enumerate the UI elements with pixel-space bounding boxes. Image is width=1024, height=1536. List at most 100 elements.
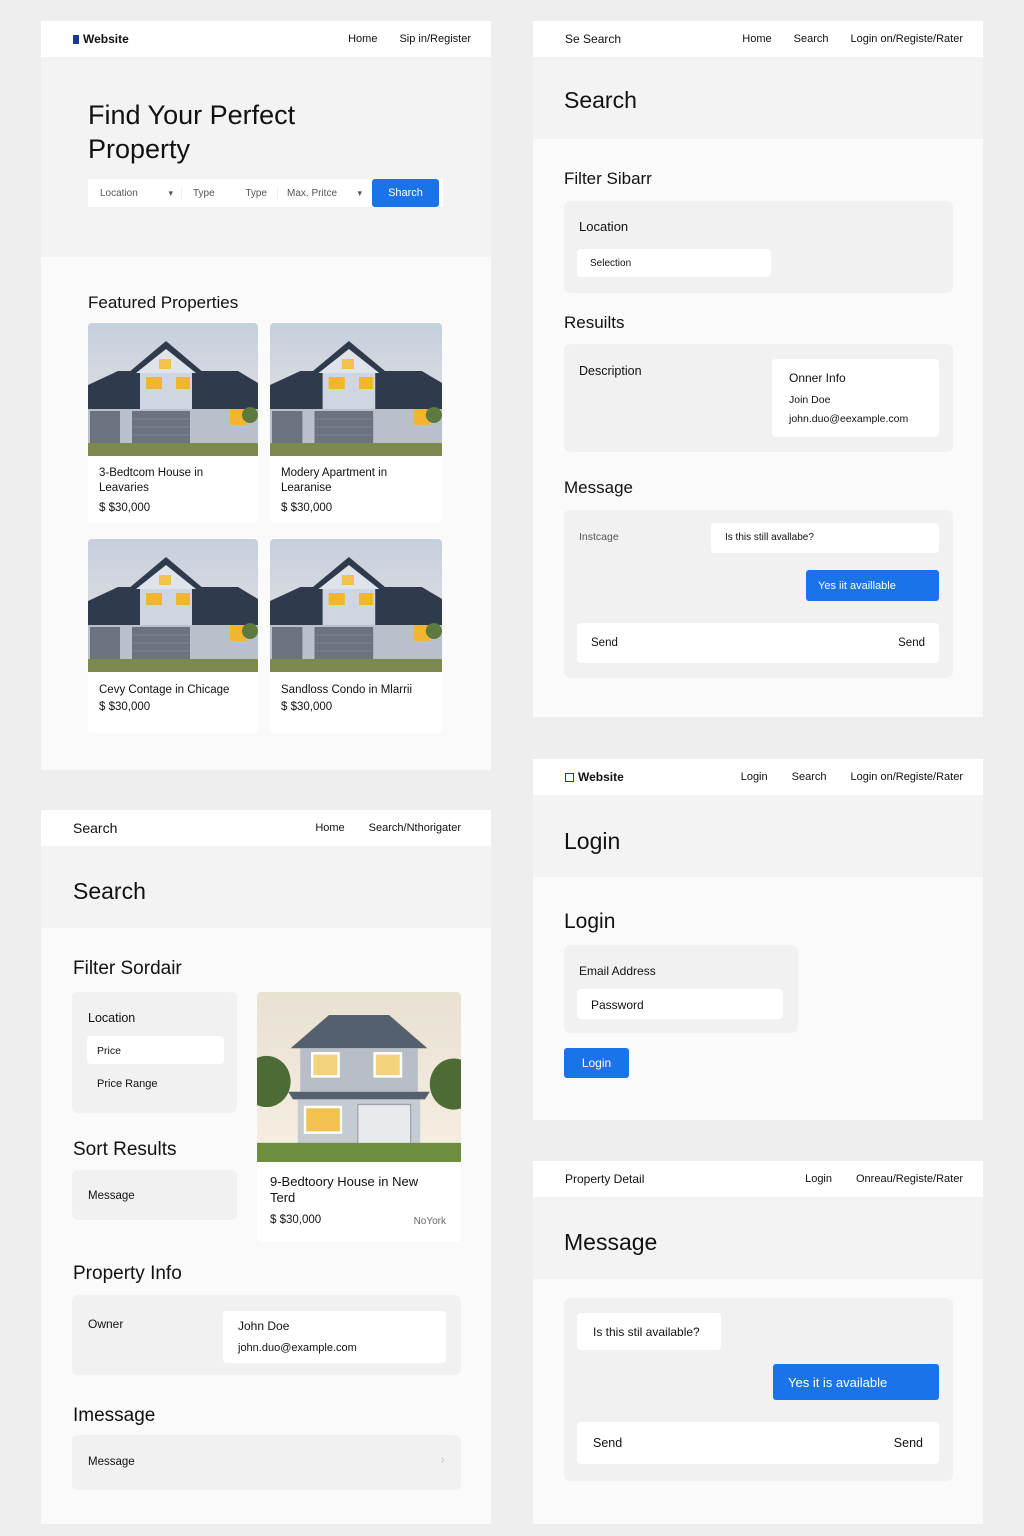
card-title: Sandloss Condo in Mlarrii <box>281 684 413 696</box>
send-button[interactable]: Send <box>894 1436 923 1450</box>
message-input[interactable]: Send <box>593 1436 622 1450</box>
nav-home[interactable]: Home <box>742 33 771 45</box>
top-nav: Website Login Search Login on/Registe/Ra… <box>533 759 983 795</box>
home-panel: Website Home Sip in/Register Find Your P… <box>41 21 491 770</box>
card-title: 9-Bedtoory House in New <box>270 1174 419 1189</box>
location-label: Location <box>579 219 629 234</box>
brand[interactable]: Website <box>565 770 624 784</box>
results-box: Description Onner Info Join Doe john.duo… <box>564 344 953 452</box>
page-header: Search <box>41 846 491 928</box>
top-nav: Se Search Home Search Login on/Registe/R… <box>533 21 983 57</box>
top-nav: Property Detail Login Onreau/Registe/Rat… <box>533 1161 983 1197</box>
filter-box: Location Price Price Range <box>72 992 237 1113</box>
page-title: Message <box>564 1229 658 1255</box>
nav-login[interactable]: Login <box>741 771 768 783</box>
chevron-right-icon: › <box>440 1451 445 1467</box>
page-title: Search <box>73 878 146 904</box>
property-card[interactable]: 3-Bedtcom House in Leavaries $ $30,000 <box>88 323 258 523</box>
owner-email[interactable]: john.duo@example.com <box>238 1342 357 1354</box>
message-input[interactable]: Send <box>591 637 618 649</box>
chevron-down-icon: ▾ <box>357 187 362 198</box>
message-bubble-answer: Yes iit availlable <box>806 570 939 601</box>
nav-register[interactable]: Login on/Registe/Rater <box>850 771 963 783</box>
page-header: Search <box>533 57 983 139</box>
message-box: Instcage Is this still avallabe? Yes iit… <box>564 510 953 678</box>
password-field[interactable]: Password <box>577 989 783 1019</box>
message-bubble-question: Is this stil available? <box>577 1313 721 1350</box>
nav-login[interactable]: Login on/Registe/Rater <box>850 33 963 45</box>
page-header: Login <box>533 795 983 877</box>
property-photo <box>257 992 461 1162</box>
message-panel: Property Detail Login Onreau/Registe/Rat… <box>533 1161 983 1524</box>
property-photo <box>270 323 442 456</box>
login-form-title: Login <box>564 910 616 933</box>
price-field[interactable]: Price <box>87 1036 224 1064</box>
brand[interactable]: Website <box>73 32 129 46</box>
message-title: Imessage <box>73 1405 156 1426</box>
message-box: Is this stil available? Yes it is availa… <box>564 1298 953 1481</box>
card-title: 3-Bedtcom House in <box>99 467 204 479</box>
property-card[interactable]: 9-Bedtoory House in New Terd $ $30,000 N… <box>257 992 461 1242</box>
type-select[interactable]: Type Type <box>182 187 278 199</box>
nav-home[interactable]: Home <box>315 822 344 834</box>
card-price: $ $30,000 <box>99 502 151 514</box>
message-label: Instcage <box>579 531 619 543</box>
search-panel: Se Search Home Search Login on/Registe/R… <box>533 21 983 717</box>
owner-title: Onner Info <box>789 371 846 385</box>
brand[interactable]: Property Detail <box>565 1172 644 1186</box>
card-location: NoYork <box>413 1216 446 1227</box>
nav-search[interactable]: Search/Nthorigater <box>369 822 461 834</box>
property-card[interactable]: Modery Apartment in Learanise $ $30,000 <box>270 323 442 523</box>
filter-title: Filter Sibarr <box>564 169 652 188</box>
page-header: Message <box>533 1197 983 1279</box>
card-price: $ $30,000 <box>99 701 151 713</box>
nav-signin[interactable]: Sip in/Register <box>399 33 471 45</box>
sort-box[interactable]: Message <box>72 1170 237 1220</box>
chevron-down-icon: ▾ <box>168 187 173 198</box>
nav-search[interactable]: Search <box>792 771 827 783</box>
card-price: $ $30,000 <box>281 502 333 514</box>
sort-title: Sort Results <box>73 1139 177 1160</box>
results-title: Resuilts <box>564 313 625 332</box>
login-button[interactable]: Login <box>564 1048 629 1078</box>
max-price-select[interactable]: Max. Pritce ▾ <box>278 188 372 199</box>
message-bubble-answer: Yes it is available <box>773 1364 939 1400</box>
property-info-title: Property Info <box>73 1263 182 1284</box>
filter-box: Location Selection <box>564 201 953 293</box>
nav-home[interactable]: Home <box>348 33 377 45</box>
location-select[interactable]: Selection <box>577 249 771 277</box>
nav-search[interactable]: Search <box>794 33 829 45</box>
owner-email[interactable]: john.duo@eexample.com <box>789 413 908 425</box>
owner-name: Join Doe <box>789 394 831 406</box>
login-panel: Website Login Search Login on/Registe/Ra… <box>533 759 983 1120</box>
location-label: Location <box>88 1011 136 1025</box>
property-card[interactable]: Sandloss Condo in Mlarrii $ $30,000 <box>270 539 442 733</box>
property-card[interactable]: Cevy Contage in Chicage $ $30,000 <box>88 539 258 733</box>
message-input[interactable]: Message › <box>72 1435 461 1490</box>
owner-label: Owner <box>88 1317 124 1331</box>
filter-title: Filter Sordair <box>73 958 182 979</box>
send-button[interactable]: Send <box>898 637 925 649</box>
logo-icon <box>565 772 574 782</box>
message-title: Message <box>564 478 633 497</box>
top-nav: Search Home Search/Nthorigater <box>41 810 491 846</box>
price-range-label[interactable]: Price Range <box>97 1078 158 1090</box>
owner-card: John Doe john.duo@example.com <box>223 1311 446 1363</box>
login-form: Email Address Password <box>564 945 798 1033</box>
brand[interactable]: Search <box>73 820 117 836</box>
nav-login[interactable]: Login <box>805 1173 832 1185</box>
hero: Find Your Perfect Property Location ▾ Typ… <box>41 57 491 257</box>
send-bar: Send Send <box>577 623 939 663</box>
featured-title: Featured Properties <box>88 293 239 312</box>
location-select[interactable]: Location ▾ <box>88 187 182 199</box>
send-bar: Send Send <box>577 1422 939 1464</box>
search-button[interactable]: Sharch <box>372 179 439 207</box>
logo-icon <box>73 34 79 44</box>
email-field[interactable]: Email Address <box>579 964 656 978</box>
brand[interactable]: Se Search <box>565 32 621 46</box>
nav-register[interactable]: Onreau/Registe/Rater <box>856 1173 963 1185</box>
hero-title: Find Your Perfect Property <box>88 100 296 164</box>
property-photo <box>88 539 258 672</box>
page-title: Login <box>564 828 621 854</box>
search-filter-panel: Search Home Search/Nthorigater Search Fi… <box>41 810 491 1524</box>
